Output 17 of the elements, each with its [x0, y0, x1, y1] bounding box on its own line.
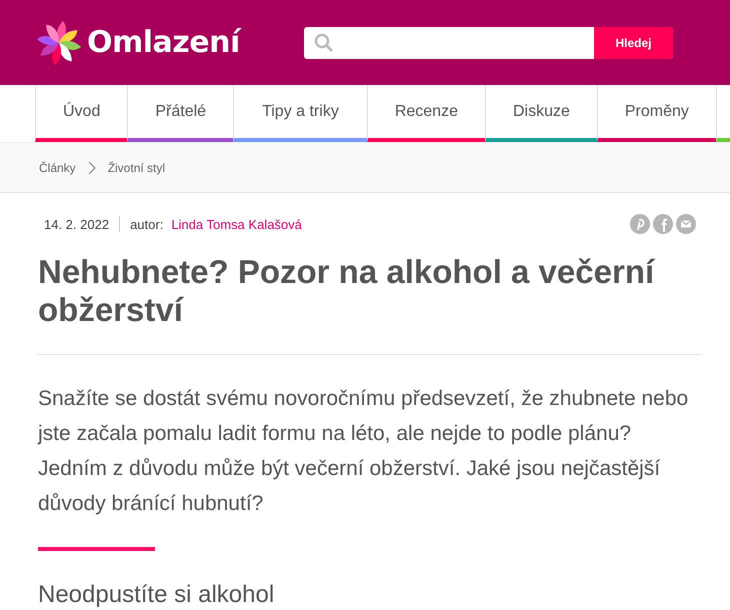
search-button[interactable]: Hledej	[594, 26, 673, 58]
search-icon	[314, 32, 334, 52]
search-field[interactable]: Hledej	[304, 26, 673, 58]
article-date: 14. 2. 2022	[44, 216, 110, 232]
section-heading: Neodpustíte si alkohol	[38, 581, 276, 609]
flower-logo-icon	[35, 18, 83, 66]
pinterest-icon[interactable]	[630, 214, 650, 234]
author-link[interactable]: Linda Tomsa Kalašová	[171, 216, 302, 232]
chevron-icon	[88, 160, 96, 174]
email-icon[interactable]	[676, 214, 696, 234]
breadcrumb-link[interactable]: Články	[39, 160, 76, 174]
facebook-icon[interactable]	[653, 214, 673, 234]
article-title: Nehubnete? Pozor na alkohol a večerní obžerství	[38, 253, 656, 329]
breadcrumb-link[interactable]: Životní styl	[108, 160, 166, 174]
author-label: autor:	[130, 216, 164, 232]
article-lead: Snažíte se dostát svému novoročnímu předsevzetí, že zhubnete nebo jste začala pomalu ladit formu na léto, ale nejde to podle plánu? Jedním z důvodu může být večerní obžerství. Jaké jsou nejčastější důvody bránící hubnutí?	[38, 386, 690, 517]
logo-text[interactable]: Omlazení	[87, 25, 240, 60]
